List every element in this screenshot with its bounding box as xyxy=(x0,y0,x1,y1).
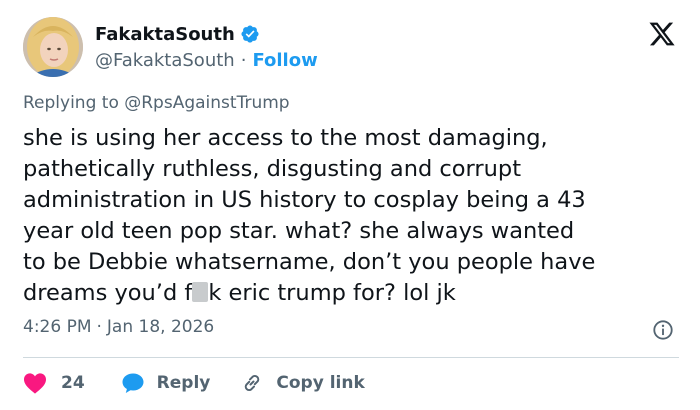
tweet-card: FakaktaSouth @FakaktaSouth · Follow Repl… xyxy=(0,0,700,410)
reply-bubble-icon xyxy=(122,373,144,393)
like-button[interactable]: 24 xyxy=(23,372,85,394)
tweet-line: to be Debbie whatsername, don’t you peop… xyxy=(23,249,596,275)
timestamp-separator: · xyxy=(96,317,102,337)
info-icon[interactable] xyxy=(652,319,674,341)
reply-button[interactable]: Reply xyxy=(121,372,211,394)
tweet-line: administration in US history to cosplay … xyxy=(23,187,586,213)
replying-to-label: Replying to xyxy=(23,93,119,113)
reply-label: Reply xyxy=(156,373,211,393)
display-name[interactable]: FakaktaSouth xyxy=(95,24,235,45)
author-handle[interactable]: @FakaktaSouth xyxy=(95,50,235,71)
tweet-line: pathetically ruthless, disgusting and co… xyxy=(23,156,522,182)
copy-link-button[interactable]: Copy link xyxy=(240,371,365,395)
author-block: FakaktaSouth @FakaktaSouth · Follow xyxy=(95,23,318,72)
follow-button[interactable]: Follow xyxy=(252,50,317,71)
timestamp-row: 4:26 PM · Jan 18, 2026 xyxy=(23,317,214,337)
censor-blur xyxy=(192,282,209,302)
copy-link-label: Copy link xyxy=(276,373,365,393)
avatar[interactable] xyxy=(23,17,83,77)
replying-to-handle[interactable]: @RpsAgainstTrump xyxy=(124,93,289,113)
like-count: 24 xyxy=(61,373,85,393)
tweet-line-last-start: dreams you’d f xyxy=(23,280,193,306)
heart-icon xyxy=(24,373,46,394)
tweet-time[interactable]: 4:26 PM xyxy=(23,317,92,337)
divider xyxy=(23,357,679,358)
tweet-line-last: dreams you’d f k eric trump for? lol jk xyxy=(23,278,683,309)
link-icon xyxy=(245,374,260,392)
action-bar: 24 Reply Copy link xyxy=(23,369,365,397)
tweet-line: year old teen pop star. what? she always… xyxy=(23,218,575,244)
handle-row: @FakaktaSouth · Follow xyxy=(95,48,318,72)
tweet-date[interactable]: Jan 18, 2026 xyxy=(107,317,214,337)
avatar-photo xyxy=(23,17,83,77)
tweet-line-last-end: k eric trump for? lol jk xyxy=(208,280,456,306)
x-logo-icon[interactable] xyxy=(647,20,677,48)
tweet-text: she is using her access to the most dama… xyxy=(23,123,683,309)
verified-badge-icon xyxy=(241,25,259,43)
reply-context: Replying to @RpsAgainstTrump xyxy=(23,93,290,113)
tweet-line: she is using her access to the most dama… xyxy=(23,125,548,151)
name-row: FakaktaSouth xyxy=(95,23,318,45)
handle-separator: · xyxy=(240,49,247,71)
